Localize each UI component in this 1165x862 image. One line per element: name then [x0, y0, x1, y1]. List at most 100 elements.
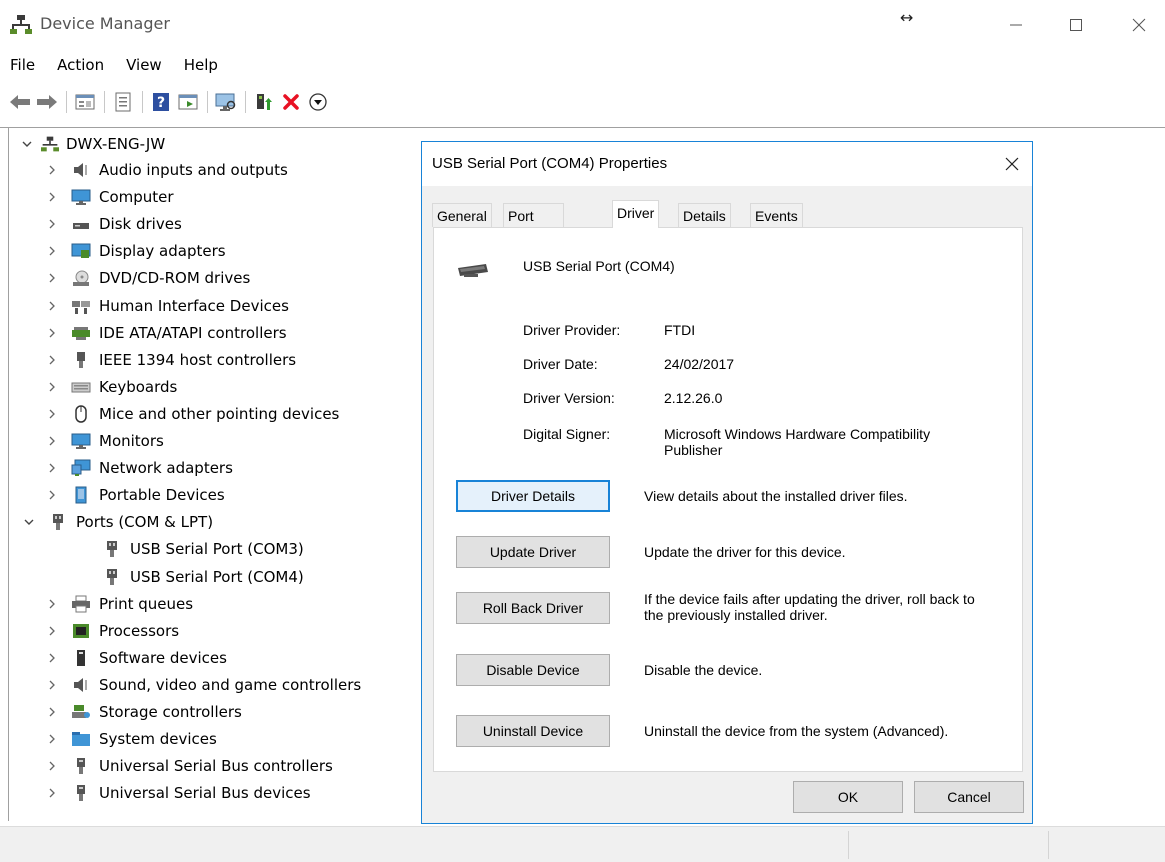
forward-arrow-icon[interactable] [35, 90, 59, 114]
tree-category-item[interactable]: Human Interface Devices [45, 294, 289, 318]
menu-action[interactable]: Action [47, 52, 116, 78]
tree-device-item[interactable]: USB Serial Port (COM4) [102, 565, 304, 589]
processor-icon [71, 622, 91, 640]
tree-category-item[interactable]: System devices [45, 727, 217, 751]
window-title: Device Manager [40, 14, 170, 33]
tree-category-item[interactable]: Software devices [45, 646, 227, 670]
tree-category-item[interactable]: DVD/CD-ROM drives [45, 266, 250, 290]
tree-category-item[interactable]: IEEE 1394 host controllers [45, 348, 296, 372]
tab-events[interactable]: Events [750, 203, 803, 227]
dialog-title: USB Serial Port (COM4) Properties [432, 155, 668, 172]
chevron-right-icon[interactable] [45, 624, 59, 638]
chevron-right-icon[interactable] [45, 488, 59, 502]
action-pane-icon[interactable] [176, 90, 200, 114]
properties-icon[interactable] [111, 90, 135, 114]
chevron-right-icon[interactable] [45, 786, 59, 800]
tab-details[interactable]: Details [678, 203, 731, 227]
tree-category-item[interactable]: Ports (COM & LPT) [22, 510, 213, 534]
tree-category-item[interactable]: Audio inputs and outputs [45, 158, 288, 182]
menu-file[interactable]: File [0, 52, 47, 78]
close-window-button[interactable] [1116, 0, 1162, 50]
menu-view[interactable]: View [116, 52, 174, 78]
chevron-right-icon[interactable] [45, 759, 59, 773]
toolbar-separator [207, 91, 208, 113]
tree-category-item[interactable]: Universal Serial Bus controllers [45, 754, 333, 778]
chevron-right-icon[interactable] [45, 380, 59, 394]
tree-category-item[interactable]: Monitors [45, 429, 164, 453]
tree-category-item[interactable]: Sound, video and game controllers [45, 673, 361, 697]
portable-device-icon [71, 486, 91, 504]
maximize-button[interactable] [1053, 0, 1099, 50]
tab-driver[interactable]: Driver [612, 200, 660, 228]
tree-item-label: IEEE 1394 host controllers [99, 351, 297, 369]
dvd-drive-icon [71, 269, 91, 287]
tree-category-item[interactable]: Mice and other pointing devices [45, 402, 339, 426]
status-bar [0, 826, 1165, 862]
minimize-button[interactable] [993, 0, 1039, 50]
update-driver-description: Update the driver for this device. [644, 544, 846, 560]
update-driver-button[interactable]: Update Driver [456, 536, 610, 568]
uninstall-device-button[interactable]: Uninstall Device [456, 715, 610, 747]
prop-value-version: 2.12.26.0 [664, 390, 723, 406]
driver-details-description: View details about the installed driver … [644, 488, 908, 504]
tree-category-item[interactable]: Portable Devices [45, 483, 225, 507]
tree-category-item[interactable]: Disk drives [45, 212, 182, 236]
ok-button[interactable]: OK [793, 781, 903, 813]
tree-category-item[interactable]: Print queues [45, 592, 193, 616]
tree-root-node[interactable]: DWX-ENG-JW [20, 132, 165, 156]
chevron-down-icon[interactable] [20, 137, 34, 151]
tree-category-item[interactable]: Universal Serial Bus devices [45, 781, 311, 805]
tree-item-label: USB Serial Port (COM4) [130, 568, 304, 586]
prop-value-date: 24/02/2017 [664, 356, 735, 372]
disable-device-button[interactable]: Disable Device [456, 654, 610, 686]
chevron-right-icon[interactable] [45, 597, 59, 611]
chevron-right-icon[interactable] [45, 271, 59, 285]
roll-back-driver-button[interactable]: Roll Back Driver [456, 592, 610, 624]
tree-device-item[interactable]: USB Serial Port (COM3) [102, 537, 304, 561]
driver-details-button[interactable]: Driver Details [456, 480, 610, 512]
cancel-button[interactable]: Cancel [914, 781, 1024, 813]
update-driver-icon[interactable] [252, 90, 276, 114]
chevron-right-icon[interactable] [45, 244, 59, 258]
port-plug-icon [102, 540, 122, 558]
tree-category-item[interactable]: Display adapters [45, 239, 226, 263]
tree-root-label: DWX-ENG-JW [66, 135, 166, 153]
uninstall-device-description: Uninstall the device from the system (Ad… [644, 723, 949, 739]
tree-category-item[interactable]: Computer [45, 185, 174, 209]
uninstall-device-icon[interactable] [279, 90, 303, 114]
status-separator [1048, 831, 1049, 859]
chevron-right-icon[interactable] [45, 326, 59, 340]
help-icon[interactable]: ? [149, 90, 173, 114]
dialog-close-button[interactable] [998, 150, 1026, 178]
tree-category-item[interactable]: Network adapters [45, 456, 233, 480]
tree-category-item[interactable]: Processors [45, 619, 179, 643]
chevron-right-icon[interactable] [45, 651, 59, 665]
chevron-right-icon[interactable] [45, 678, 59, 692]
chevron-right-icon[interactable] [45, 299, 59, 313]
scan-hardware-icon[interactable] [214, 90, 238, 114]
computer-network-icon [40, 135, 60, 153]
display-adapter-icon [71, 242, 91, 260]
tab-port-settings[interactable]: Port Settings [503, 203, 564, 248]
tree-category-item[interactable]: Storage controllers [45, 700, 242, 724]
tree-category-item[interactable]: Keyboards [45, 375, 177, 399]
show-hide-tree-icon[interactable] [73, 90, 97, 114]
hid-icon [71, 297, 91, 315]
chevron-right-icon[interactable] [45, 353, 59, 367]
download-circle-icon[interactable] [306, 90, 330, 114]
usb-plug-icon [71, 757, 91, 775]
tree-category-item[interactable]: IDE ATA/ATAPI controllers [45, 321, 287, 345]
chevron-right-icon[interactable] [45, 190, 59, 204]
chevron-down-icon[interactable] [22, 515, 36, 529]
chevron-right-icon[interactable] [45, 407, 59, 421]
chevron-right-icon[interactable] [45, 461, 59, 475]
chevron-right-icon[interactable] [45, 163, 59, 177]
chevron-right-icon[interactable] [45, 732, 59, 746]
back-arrow-icon[interactable] [8, 90, 32, 114]
menu-help[interactable]: Help [174, 52, 230, 78]
chevron-right-icon[interactable] [45, 705, 59, 719]
chevron-right-icon[interactable] [45, 434, 59, 448]
chevron-right-icon[interactable] [45, 217, 59, 231]
tab-general[interactable]: General [432, 203, 492, 227]
tree-item-label: Software devices [99, 649, 227, 667]
